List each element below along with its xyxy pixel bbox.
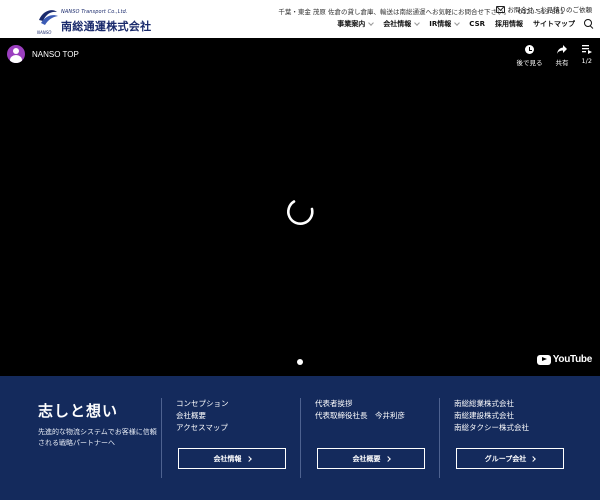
share-label: 共有: [555, 59, 569, 67]
nav-label: 事業案内: [337, 20, 366, 28]
search-icon[interactable]: [584, 19, 594, 29]
playlist-position: 1/2: [581, 57, 592, 65]
video-channel[interactable]: NANSO TOP: [7, 45, 79, 63]
link-list: コンセプション 会社概要 アクセスマップ: [176, 398, 299, 434]
nav-label: CSR: [469, 20, 485, 28]
chevron-down-icon: [414, 20, 421, 26]
inquiry-link[interactable]: お問合せ・お見積りのご依頼: [495, 4, 593, 14]
company-logo[interactable]: NANSO Transport Co.,Ltd. 南総通運株式会社 NANSO: [37, 6, 157, 35]
loading-spinner-icon: [287, 200, 314, 225]
nav-item-recruit[interactable]: 採用情報: [490, 19, 528, 29]
info-column: 代表者挨拶 代表取締役社長 今井利彦 会社概要: [300, 398, 439, 478]
chevron-right-icon: [384, 455, 391, 462]
topline-text: 千葉・東金 茂原 佐倉の貸し倉庫、輸送は南総通運へお気軽にお問合せ下さい。: [278, 8, 510, 16]
chevron-right-icon: [530, 455, 537, 462]
nav-item-sitemap[interactable]: サイトマップ: [528, 19, 580, 29]
link-group-sogyo[interactable]: 南総総業株式会社: [454, 398, 579, 410]
youtube-logo[interactable]: YouTube: [536, 354, 593, 365]
link-group-taxi[interactable]: 南総タクシー株式会社: [454, 422, 579, 434]
nav-label: IR情報: [429, 20, 452, 28]
youtube-wordmark: YouTube: [552, 354, 593, 365]
nav-label: サイトマップ: [533, 20, 575, 28]
nav-item-company[interactable]: 会社情報: [378, 19, 424, 29]
company-info-button[interactable]: 会社情報: [178, 448, 286, 469]
channel-avatar[interactable]: [7, 45, 25, 63]
nav-label: 会社情報: [383, 20, 412, 28]
logo-name: 南総通運株式会社: [61, 20, 152, 33]
nav-item-csr[interactable]: CSR: [464, 20, 490, 28]
link-overview[interactable]: 会社概要: [176, 410, 299, 422]
link-concept[interactable]: コンセプション: [176, 398, 299, 410]
company-info-band: 志しと想い 先進的な物流システムでお客様に信頼される戦略パートナーへ コンセプシ…: [0, 376, 600, 500]
clock-icon: [525, 45, 535, 54]
mail-icon: [495, 5, 505, 13]
link-access-map[interactable]: アクセスマップ: [176, 422, 299, 434]
link-list: 南総総業株式会社 南総建設株式会社 南総タクシー株式会社: [454, 398, 579, 434]
video-title[interactable]: NANSO TOP: [32, 50, 79, 59]
nav-item-ir[interactable]: IR情報: [424, 19, 464, 29]
inquiry-label: お問合せ・お見積りのご依頼: [507, 6, 593, 14]
nav-label: 採用情報: [495, 20, 523, 28]
main-nav: 事業案内 会社情報 IR情報 CSR 採用情報 サイトマップ: [332, 19, 594, 29]
logo-subtitle: NANSO Transport Co.,Ltd.: [61, 9, 128, 15]
youtube-player[interactable]: NANSO TOP 後で見る 共有 1/2 YouTube: [0, 38, 600, 376]
group-companies-button[interactable]: グループ会社: [456, 448, 564, 469]
link-greeting[interactable]: 代表者挨拶: [315, 398, 439, 410]
company-overview-button[interactable]: 会社概要: [317, 448, 425, 469]
nav-item-business[interactable]: 事業案内: [332, 19, 378, 29]
chevron-down-icon: [454, 20, 461, 26]
watch-later-label: 後で見る: [516, 59, 543, 67]
logo-mark-text: NANSO: [37, 30, 52, 35]
video-top-controls: 後で見る 共有 1/2: [517, 45, 592, 67]
watch-later-button[interactable]: 後で見る: [517, 45, 543, 67]
intro-text: 先進的な物流システムでお客様に信頼される戦略パートナーへ: [38, 428, 157, 447]
intro-block: 志しと想い 先進的な物流システムでお客様に信頼される戦略パートナーへ: [38, 400, 158, 449]
info-column: 南総総業株式会社 南総建設株式会社 南総タクシー株式会社 グループ会社: [439, 398, 579, 478]
link-group-kensetsu[interactable]: 南総建設株式会社: [454, 410, 579, 422]
info-column: コンセプション 会社概要 アクセスマップ 会社情報: [161, 398, 299, 478]
chevron-right-icon: [245, 455, 252, 462]
carousel-dot[interactable]: [297, 359, 303, 365]
youtube-play-icon: [536, 354, 551, 365]
playlist-icon: [581, 45, 592, 54]
share-icon: [557, 45, 568, 54]
share-button[interactable]: 共有: [556, 45, 569, 67]
link-president[interactable]: 代表取締役社長 今井利彦: [315, 410, 439, 422]
button-label: グループ会社: [484, 454, 527, 463]
site-header: NANSO Transport Co.,Ltd. 南総通運株式会社 NANSO …: [0, 0, 600, 38]
logo-mark-icon: [39, 10, 58, 25]
button-label: 会社情報: [213, 454, 242, 463]
button-label: 会社概要: [352, 454, 381, 463]
chevron-down-icon: [368, 20, 375, 26]
intro-title: 志しと想い: [38, 402, 119, 420]
link-list: 代表者挨拶 代表取締役社長 今井利彦: [315, 398, 439, 422]
playlist-button[interactable]: 1/2: [582, 45, 592, 67]
